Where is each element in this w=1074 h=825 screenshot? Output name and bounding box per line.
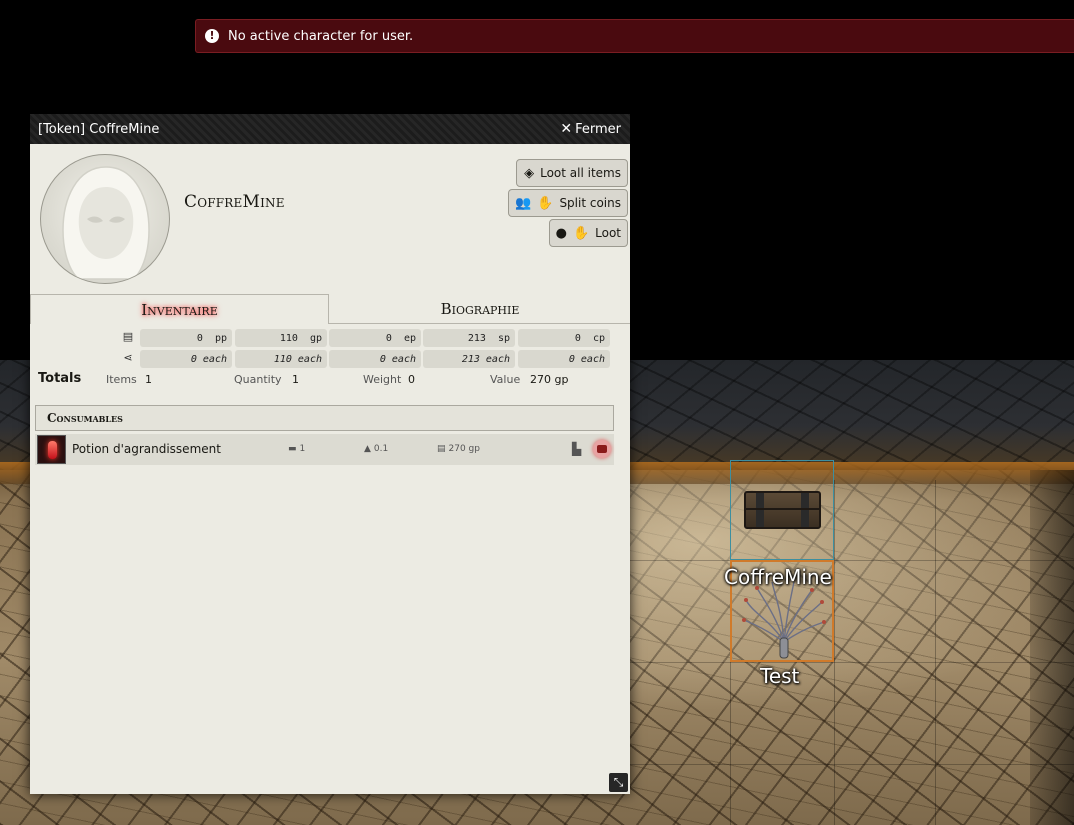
token-chest-label: CoffreMine [724, 565, 832, 589]
chest-plank [746, 508, 819, 510]
coins-icon: ▤ [122, 330, 134, 343]
error-notification[interactable]: ! No active character for user. [195, 19, 1074, 53]
currency-gp[interactable]: 110 gp [235, 329, 327, 347]
grid-line [630, 764, 1074, 765]
actor-name: CoffreMine [184, 192, 285, 212]
window-header[interactable]: [Token] CoffreMine ✕ Fermer [30, 114, 630, 144]
hooded-figure-icon [62, 166, 150, 280]
loot-item-icon[interactable]: ▙ [572, 442, 581, 456]
stack-icon: ▬ [288, 444, 297, 454]
quantity-label: Quantity [234, 373, 282, 386]
user-icon: ● [555, 225, 567, 241]
token-test-label: Test [760, 664, 800, 688]
users-icon: 👥 [515, 195, 532, 211]
currency-amount: 0 [196, 332, 203, 344]
resize-icon[interactable]: ⤡ [609, 773, 628, 792]
loot-button[interactable]: ● ✋ Loot [549, 219, 628, 247]
items-label: Items [106, 373, 137, 386]
close-button[interactable]: ✕ Fermer [560, 121, 621, 137]
item-price: ▤ 270 gp [437, 444, 480, 454]
notification-text: No active character for user. [228, 28, 414, 44]
currency-cp-each: 0 each [518, 350, 610, 368]
currency-pp[interactable]: 0 pp [140, 329, 232, 347]
loot-sheet-window: [Token] CoffreMine ✕ Fermer CoffreMine ◈… [30, 114, 630, 794]
tab-inventory[interactable]: Inventaire [30, 294, 329, 324]
chest-icon[interactable] [593, 440, 611, 458]
currency-ep[interactable]: 0 ep [329, 329, 421, 347]
loot-all-label: Loot all items [540, 166, 621, 180]
potion-icon[interactable] [37, 435, 66, 464]
item-quantity: ▬ 1 [288, 444, 305, 454]
currency-amount: 110 [279, 332, 298, 344]
hand-coin-icon: ✋ [572, 225, 590, 241]
item-row[interactable]: Potion d'agrandissement ▬ 1 ▲ 0.1 ▤ 270 … [35, 434, 614, 465]
currency-cp[interactable]: 0 cp [518, 329, 610, 347]
totals-row: Totals Items 1 Quantity 1 Weight 0 Value… [30, 370, 630, 388]
item-weight-value: 0.1 [373, 444, 389, 454]
weight-value: 0 [408, 373, 415, 386]
split-coins-label: Split coins [559, 196, 621, 210]
loot-all-items-button[interactable]: ◈ Loot all items [516, 159, 628, 187]
grid-line [834, 480, 835, 825]
hand-coin-icon: ✋ [537, 195, 554, 211]
currency-amount: 0 [385, 332, 392, 344]
coins-icon: ▤ [437, 444, 446, 454]
item-name[interactable]: Potion d'agrandissement [72, 442, 221, 456]
map-edge-shadow [1030, 470, 1074, 825]
currency-amount: 0 [574, 332, 581, 344]
weight-icon: ▲ [364, 444, 371, 454]
totals-label: Totals [38, 371, 82, 386]
weight-label: Weight [363, 373, 402, 386]
currency-split-row: ⋖ 0 each 110 each 0 each 213 each 0 each [30, 350, 630, 368]
currency-gp-each: 110 each [235, 350, 327, 368]
currency-sp-each: 213 each [423, 350, 515, 368]
currency-sp[interactable]: 213 sp [423, 329, 515, 347]
currency-row: ▤ 0 pp 110 gp 0 ep 213 sp 0 cp [30, 329, 630, 347]
avatar[interactable] [40, 154, 170, 284]
game-canvas[interactable]: CoffreMine Test ! No active character fo… [0, 0, 1074, 825]
token-chest[interactable] [730, 460, 834, 560]
grid-line [630, 560, 1074, 561]
chest-icon [744, 491, 821, 529]
grid-line [935, 480, 936, 825]
currency-unit: ep [403, 332, 416, 344]
currency-unit: cp [592, 332, 605, 344]
tab-biography[interactable]: Biographie [330, 294, 630, 324]
exclamation-circle-icon: ! [205, 29, 219, 43]
currency-pp-each: 0 each [140, 350, 232, 368]
sheet-tabs: Inventaire Biographie [30, 294, 630, 324]
currency-unit: gp [309, 332, 322, 344]
split-coins-button[interactable]: 👥 ✋ Split coins [508, 189, 628, 217]
currency-unit: pp [214, 332, 227, 344]
window-title: [Token] CoffreMine [38, 121, 160, 137]
item-group-header: Consumables [35, 405, 614, 431]
currency-amount: 213 [467, 332, 486, 344]
share-icon: ⋖ [123, 351, 133, 364]
close-label: Fermer [575, 121, 621, 137]
close-icon: ✕ [560, 121, 573, 137]
item-quantity-value: 1 [299, 444, 306, 454]
item-weight: ▲ 0.1 [364, 444, 388, 454]
currency-ep-each: 0 each [329, 350, 421, 368]
gem-icon: ◈ [524, 165, 535, 181]
value-value: 270 gp [530, 373, 569, 386]
grid-line [630, 662, 1074, 663]
item-price-value: 270 gp [448, 444, 480, 454]
items-value: 1 [145, 373, 152, 386]
loot-label: Loot [595, 226, 621, 240]
value-label: Value [490, 373, 521, 386]
quantity-value: 1 [292, 373, 299, 386]
currency-unit: sp [497, 332, 510, 344]
